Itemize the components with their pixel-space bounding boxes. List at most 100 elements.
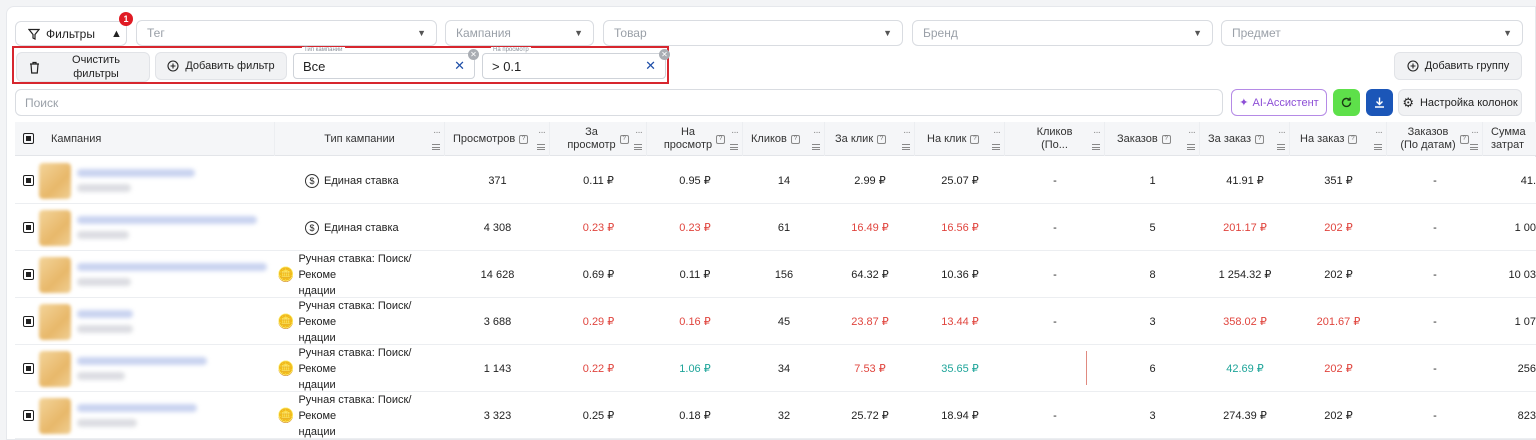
filter-lines-icon[interactable] xyxy=(1374,144,1382,150)
filter-lines-icon[interactable] xyxy=(537,144,545,150)
filter-lines-icon[interactable] xyxy=(432,144,440,150)
col-per-order[interactable]: За заказ? ··· xyxy=(1200,122,1290,156)
row-checkbox[interactable] xyxy=(23,410,34,421)
brand-select[interactable]: Бренд ▼ xyxy=(912,20,1213,46)
col-on-click[interactable]: На клик? ··· xyxy=(915,122,1005,156)
campaign-type-filter-chip[interactable]: Тип кампании Все ✕ ✕ xyxy=(293,47,479,79)
add-group-button[interactable]: Добавить группу xyxy=(1394,52,1522,80)
col-spend[interactable]: Сумма затрат xyxy=(1483,122,1536,156)
filter-lines-icon[interactable] xyxy=(1470,144,1478,150)
info-icon[interactable]: ? xyxy=(970,134,980,144)
col-clicks-by-date[interactable]: Кликов (По... ··· xyxy=(1005,122,1105,156)
col-per-view[interactable]: За просмотр? ··· xyxy=(550,122,647,156)
row-checkbox[interactable] xyxy=(23,269,34,280)
campaign-name-redacted[interactable] xyxy=(77,357,207,365)
info-icon[interactable]: ? xyxy=(1255,134,1265,144)
on-view-cell: 0.95 ₽ xyxy=(679,175,711,187)
subject-select[interactable]: Предмет ▼ xyxy=(1221,20,1523,46)
info-icon[interactable]: ? xyxy=(790,134,800,144)
on-order-cell: 202 ₽ xyxy=(1324,363,1353,375)
column-menu-icon[interactable]: ··· xyxy=(1093,126,1101,139)
column-menu-icon[interactable]: ··· xyxy=(1278,126,1286,139)
product-select[interactable]: Товар ▼ xyxy=(603,20,903,46)
table-row[interactable]: 🪙 Ручная ставка: Поиск/Рекоме ндации 3 688 0… xyxy=(15,298,1536,345)
campaign-name-redacted[interactable] xyxy=(77,404,197,412)
clear-filters-button[interactable]: Очистить фильтры xyxy=(16,52,150,82)
campaign-name-redacted[interactable] xyxy=(77,216,257,224)
campaign-name-redacted[interactable] xyxy=(77,263,267,271)
campaign-select[interactable]: Кампания ▼ xyxy=(445,20,594,46)
remove-chip-icon[interactable]: ✕ xyxy=(468,49,479,60)
filter-lines-icon[interactable] xyxy=(812,144,820,150)
column-menu-icon[interactable]: ··· xyxy=(635,126,643,139)
table-row[interactable]: 🪙 Ручная ставка: Поиск/Рекоме ндации 3 323 0… xyxy=(15,392,1536,439)
row-checkbox[interactable] xyxy=(23,222,34,233)
column-menu-icon[interactable]: ··· xyxy=(538,126,546,139)
table-row[interactable]: 🪙 Ручная ставка: Поиск/Рекоме ндации 14 628… xyxy=(15,251,1536,298)
info-icon[interactable]: ? xyxy=(1161,134,1171,144)
row-checkbox[interactable] xyxy=(23,316,34,327)
info-icon[interactable]: ? xyxy=(619,134,629,144)
row-checkbox[interactable] xyxy=(23,175,34,186)
filters-toggle-button[interactable]: Фильтры ▲ xyxy=(15,21,127,46)
refresh-button[interactable] xyxy=(1333,89,1360,116)
remove-chip-icon[interactable]: ✕ xyxy=(659,49,670,60)
download-button[interactable] xyxy=(1366,89,1393,116)
on-view-cell: 0.18 ₽ xyxy=(679,410,711,422)
column-settings-button[interactable]: ⚙ Настройка колонок xyxy=(1398,89,1522,116)
hand-coin-icon: 🪙 xyxy=(277,266,295,282)
col-campaign[interactable]: Кампания xyxy=(15,122,275,156)
filter-lines-icon[interactable] xyxy=(730,144,738,150)
column-menu-icon[interactable]: ··· xyxy=(903,126,911,139)
col-on-order[interactable]: На заказ? ··· xyxy=(1290,122,1387,156)
campaign-name-redacted[interactable] xyxy=(77,169,195,177)
col-views[interactable]: Просмотров? ··· xyxy=(445,122,550,156)
clicks-cell: 34 xyxy=(777,362,791,375)
add-filter-button[interactable]: Добавить фильтр xyxy=(155,52,287,80)
info-icon[interactable]: ? xyxy=(1348,134,1358,144)
column-menu-icon[interactable]: ··· xyxy=(993,126,1001,139)
clicks-cell: 156 xyxy=(774,268,794,281)
info-icon[interactable]: ? xyxy=(1459,134,1469,144)
column-menu-icon[interactable]: ··· xyxy=(433,126,441,139)
column-menu-icon[interactable]: ··· xyxy=(813,126,821,139)
column-menu-icon[interactable]: ··· xyxy=(731,126,739,139)
filter-lines-icon[interactable] xyxy=(1092,144,1100,150)
filter-lines-icon[interactable] xyxy=(634,144,642,150)
table-row[interactable]: $ Единая ставка 4 308 0.23 ₽ 0.23 ₽ 61 16.49 ₽… xyxy=(15,204,1536,251)
select-all-checkbox[interactable] xyxy=(23,133,34,144)
col-orders-by-date[interactable]: Заказов (По датам)? ··· xyxy=(1387,122,1483,156)
info-icon[interactable]: ? xyxy=(519,134,529,144)
campaign-name-redacted[interactable] xyxy=(77,310,133,318)
on-order-cell: 202 ₽ xyxy=(1324,269,1353,281)
info-icon[interactable]: ? xyxy=(716,134,726,144)
caret-down-icon: ▼ xyxy=(417,28,426,38)
clear-filters-label-line1: Очистить xyxy=(72,54,120,66)
filter-lines-icon[interactable] xyxy=(1187,144,1195,150)
views-cell: 3 688 xyxy=(483,315,512,328)
col-per-click[interactable]: За клик? ··· xyxy=(825,122,915,156)
ai-assistant-button[interactable]: ✦ AI-Ассистент xyxy=(1231,89,1327,116)
column-menu-icon[interactable]: ··· xyxy=(1375,126,1383,139)
clear-value-icon[interactable]: ✕ xyxy=(454,58,465,74)
column-menu-icon[interactable]: ··· xyxy=(1471,126,1479,139)
filter-lines-icon[interactable] xyxy=(1277,144,1285,150)
table-row[interactable]: 🪙 Ручная ставка: Поиск/Рекоме ндации 1 143 0… xyxy=(15,345,1536,392)
filter-lines-icon[interactable] xyxy=(902,144,910,150)
dollar-coin-icon: $ xyxy=(305,220,319,235)
row-checkbox[interactable] xyxy=(23,363,34,374)
per-view-filter-chip[interactable]: На просмотр > 0.1 ✕ ✕ xyxy=(482,47,670,79)
per-view-cell: 0.11 ₽ xyxy=(583,175,614,187)
clear-value-icon[interactable]: ✕ xyxy=(645,58,656,74)
search-input[interactable]: Поиск xyxy=(15,89,1223,116)
filter-lines-icon[interactable] xyxy=(992,144,1000,150)
col-on-view[interactable]: На просмотр? ··· xyxy=(647,122,743,156)
col-clicks[interactable]: Кликов? ··· xyxy=(743,122,825,156)
tag-select[interactable]: Тег ▼ xyxy=(136,20,437,46)
info-icon[interactable]: ? xyxy=(877,134,887,144)
table-row[interactable]: $ Единая ставка 371 0.11 ₽ 0.95 ₽ 14 2.99 ₽ 25.… xyxy=(15,157,1536,204)
col-label: За клик xyxy=(835,132,874,145)
col-orders[interactable]: Заказов? ··· xyxy=(1105,122,1200,156)
column-menu-icon[interactable]: ··· xyxy=(1188,126,1196,139)
col-campaign-type[interactable]: Тип кампании ··· xyxy=(275,122,445,156)
